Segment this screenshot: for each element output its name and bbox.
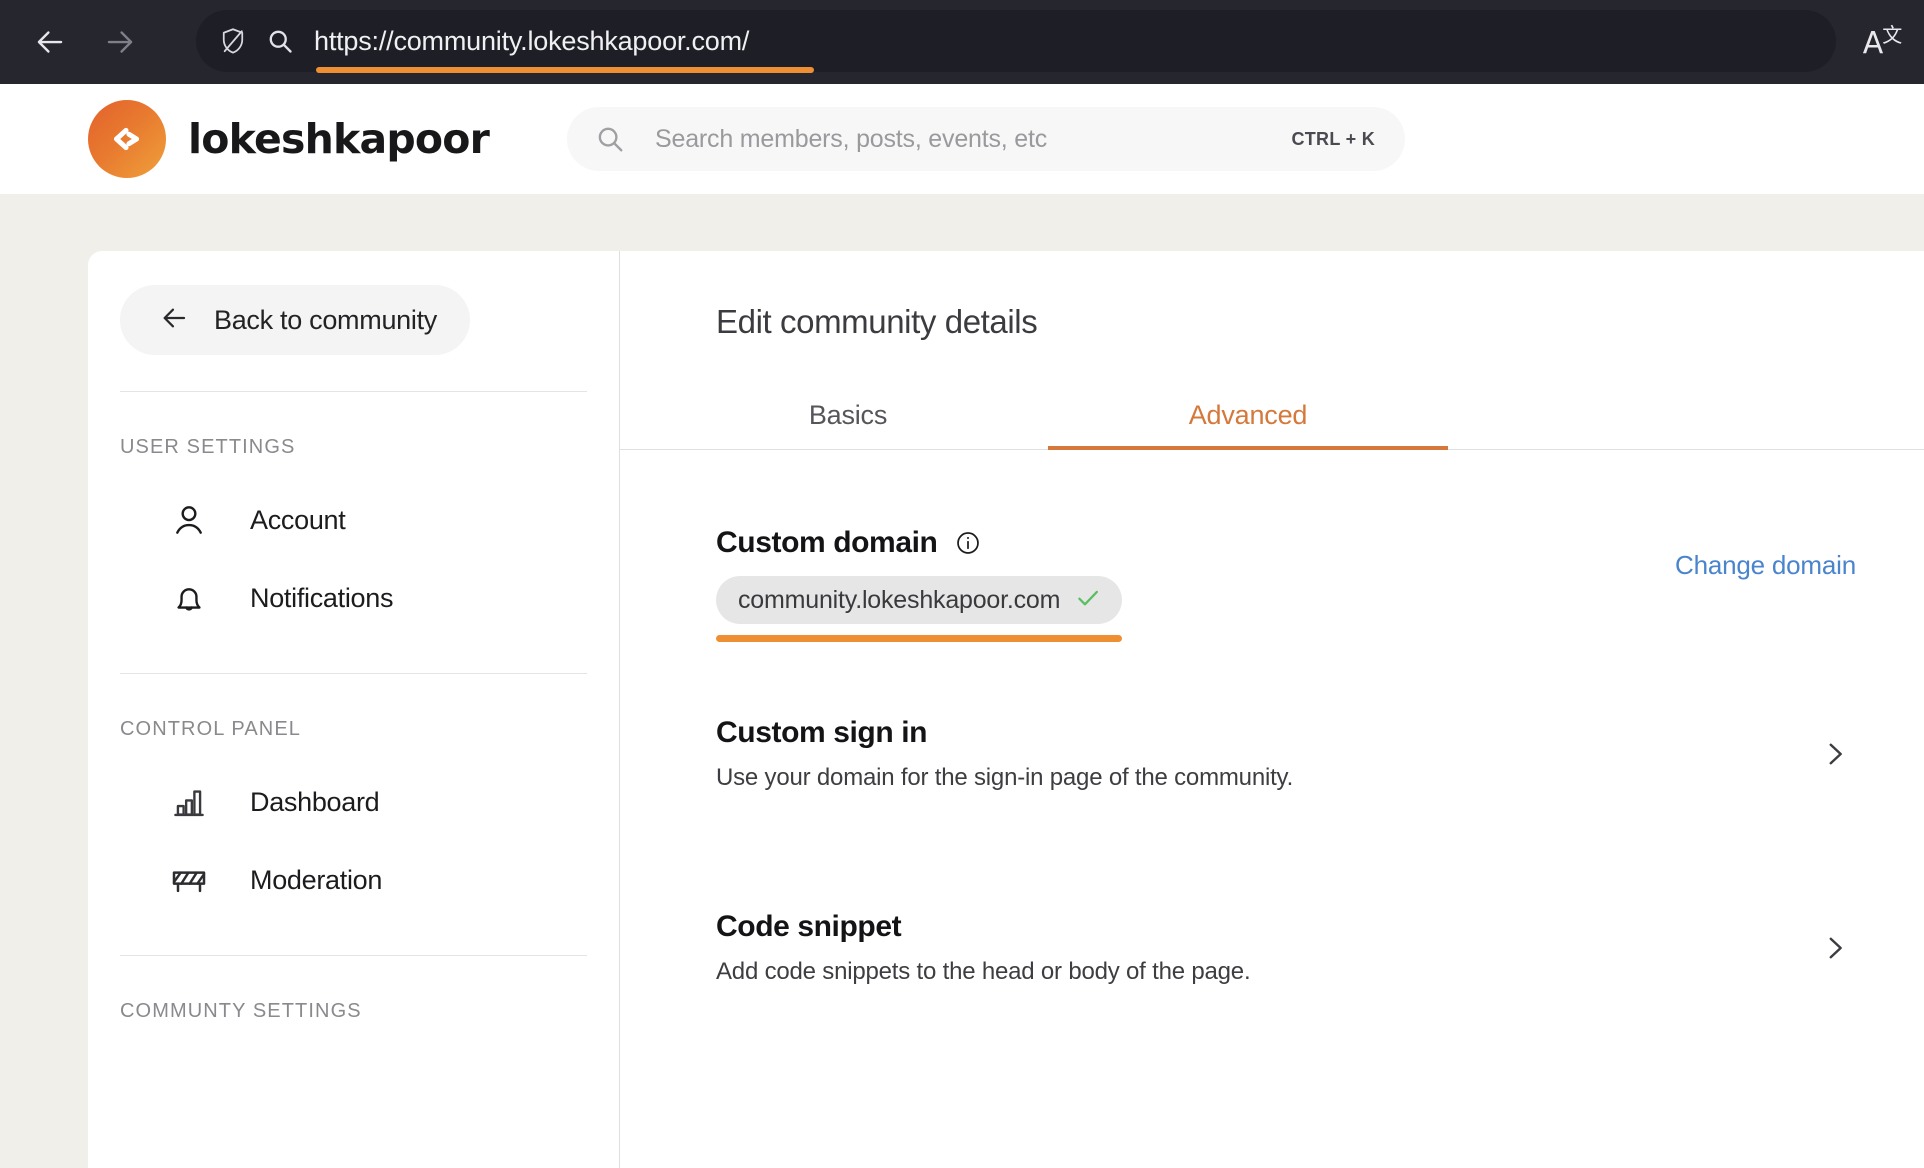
address-bar-url[interactable]: https://community.lokeshkapoor.com/ [314, 26, 749, 56]
chevron-right-icon[interactable] [1814, 733, 1856, 775]
user-icon [168, 499, 210, 541]
arrow-left-icon [158, 302, 190, 339]
change-domain-link[interactable]: Change domain [1675, 550, 1856, 581]
search-icon [258, 20, 302, 62]
shield-slash-icon[interactable] [212, 20, 254, 62]
code-brackets-logo-icon [88, 100, 166, 178]
custom-domain-highlight-annotation [716, 635, 1123, 642]
brand-logo[interactable]: lokeshkapoor [88, 100, 490, 178]
sidebar-divider [120, 955, 587, 956]
search-input-placeholder[interactable]: Search members, posts, events, etc [655, 125, 1291, 154]
row-custom-sign-in[interactable]: Custom sign in Use your domain for the s… [620, 716, 1924, 792]
info-icon[interactable] [955, 530, 981, 556]
site-header: lokeshkapoor Search members, posts, even… [0, 84, 1924, 194]
bell-icon [168, 577, 210, 619]
sidebar-item-moderation-label: Moderation [250, 864, 383, 895]
brand-name: lokeshkapoor [188, 115, 490, 163]
row-code-snippet[interactable]: Code snippet Add code snippets to the he… [620, 910, 1924, 986]
sidebar-item-account[interactable]: Account [88, 481, 619, 559]
custom-domain-value-wrapper: community.lokeshkapoor.com [716, 576, 1123, 642]
tab-basics[interactable]: Basics [648, 381, 1048, 449]
sidebar-item-dashboard-label: Dashboard [250, 786, 380, 817]
sidebar-item-notifications-label: Notifications [250, 582, 394, 613]
sidebar-item-notifications[interactable]: Notifications [88, 559, 619, 637]
search-shortcut-hint: CTRL + K [1291, 128, 1376, 149]
address-bar[interactable]: https://community.lokeshkapoor.com/ [196, 10, 1836, 73]
settings-main: Edit community details Basics Advanced C… [620, 251, 1924, 1168]
custom-domain-value: community.lokeshkapoor.com [738, 585, 1061, 614]
back-to-community-button[interactable]: Back to community [120, 285, 470, 355]
search-icon [595, 124, 633, 154]
browser-chrome: https://community.lokeshkapoor.com/ A文 [0, 0, 1924, 84]
settings-sidebar: Back to community USER SETTINGS Account [88, 251, 620, 1168]
sidebar-section-user-settings-items: Account Notifications [88, 481, 619, 637]
page-body: Back to community USER SETTINGS Account [0, 194, 1924, 1168]
browser-forward-button[interactable] [92, 14, 148, 70]
sidebar-section-user-settings-title: USER SETTINGS [120, 436, 296, 458]
settings-tabs: Basics Advanced [620, 381, 1924, 450]
tab-basics-label: Basics [808, 399, 888, 430]
sidebar-section-control-panel-title: CONTROL PANEL [120, 718, 301, 740]
row-custom-sign-in-text: Custom sign in Use your domain for the s… [716, 716, 1293, 792]
row-code-snippet-subtitle: Add code snippets to the head or body of… [716, 958, 1251, 985]
custom-domain-title: Custom domain [716, 526, 938, 559]
sidebar-item-dashboard[interactable]: Dashboard [88, 763, 619, 841]
row-custom-sign-in-title: Custom sign in [716, 716, 928, 749]
chevron-right-icon[interactable] [1814, 927, 1856, 969]
tab-advanced-label: Advanced [1188, 399, 1308, 430]
row-custom-sign-in-subtitle: Use your domain for the sign-in page of … [716, 764, 1294, 791]
custom-domain-section: Custom domain community.lokeshkapoor.com [620, 450, 1924, 642]
back-to-community-label: Back to community [214, 304, 437, 335]
translate-icon[interactable]: A文 [1858, 18, 1906, 66]
row-code-snippet-text: Code snippet Add code snippets to the he… [716, 910, 1251, 986]
sidebar-divider [120, 391, 587, 392]
check-icon [1074, 584, 1102, 617]
bar-chart-icon [168, 781, 210, 823]
barrier-icon [168, 859, 210, 901]
browser-back-button[interactable] [22, 14, 78, 70]
arrow-left-icon [31, 23, 69, 61]
settings-card: Back to community USER SETTINGS Account [88, 251, 1924, 1168]
page-title: Edit community details [716, 303, 1038, 340]
sidebar-section-control-panel-items: Dashboard Moderation [88, 763, 619, 919]
sidebar-divider [120, 673, 587, 674]
global-search-bar[interactable]: Search members, posts, events, etc CTRL … [567, 107, 1406, 171]
custom-domain-pill[interactable]: community.lokeshkapoor.com [716, 576, 1123, 624]
url-highlight-annotation [316, 67, 814, 73]
row-code-snippet-title: Code snippet [716, 910, 902, 943]
sidebar-item-moderation[interactable]: Moderation [88, 841, 619, 919]
sidebar-section-community-settings-title: COMMUNTY SETTINGS [120, 1000, 362, 1022]
sidebar-item-account-label: Account [250, 504, 346, 535]
arrow-right-icon [101, 23, 139, 61]
tab-advanced[interactable]: Advanced [1048, 381, 1448, 450]
